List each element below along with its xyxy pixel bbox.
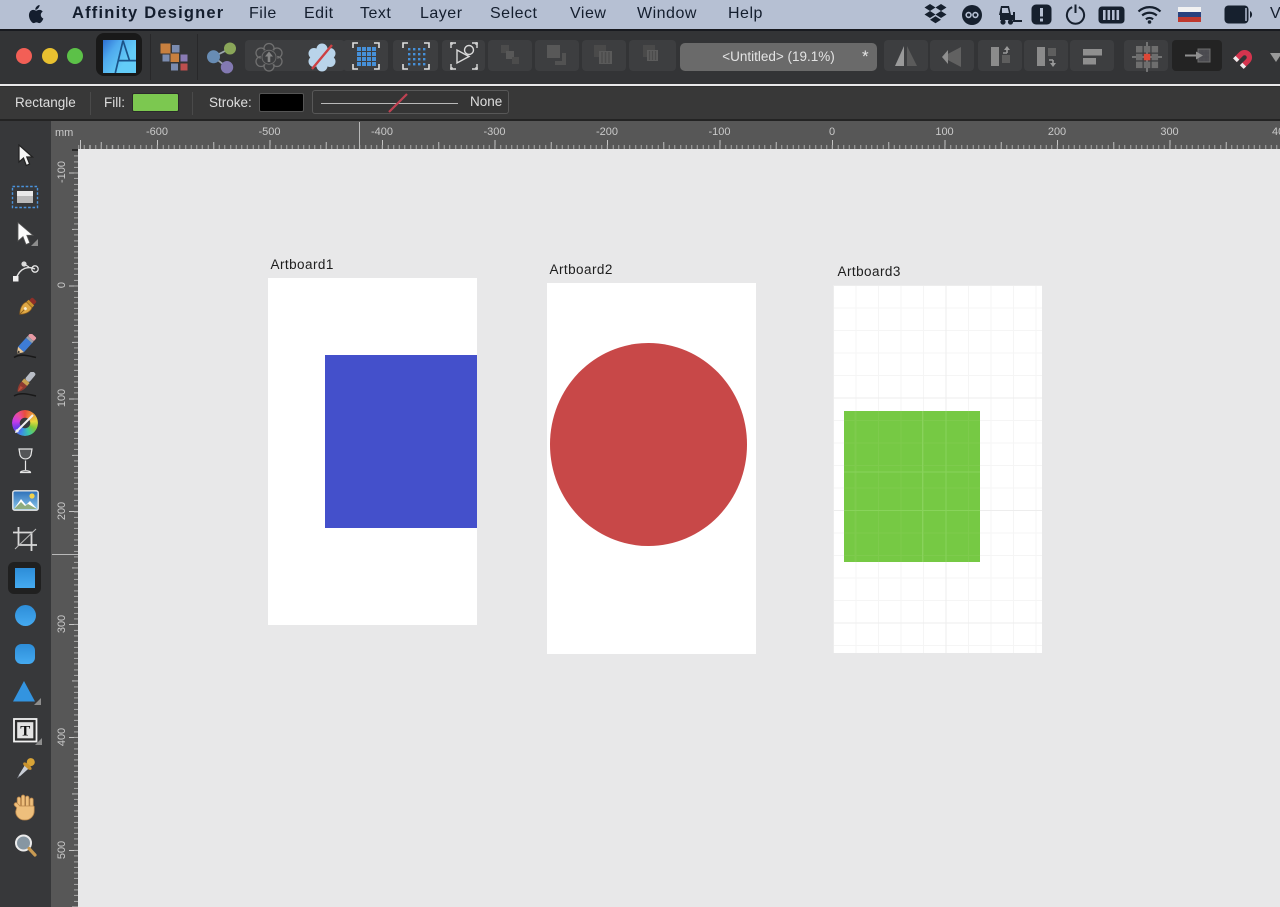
svg-text:T: T — [20, 724, 30, 740]
